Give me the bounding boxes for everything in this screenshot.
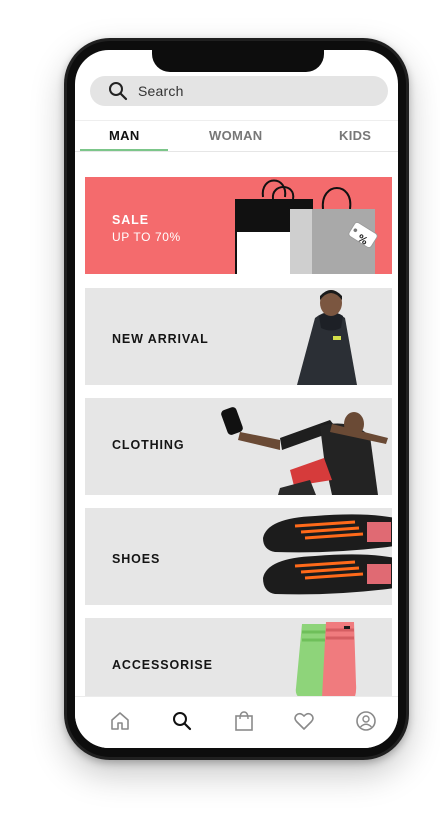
search-nav-icon[interactable] bbox=[171, 710, 193, 732]
sale-title: SALE bbox=[112, 213, 149, 227]
phone-notch bbox=[152, 48, 324, 72]
new-arrival-banner[interactable]: NEW ARRIVAL bbox=[85, 288, 392, 385]
search-input[interactable]: Search bbox=[138, 83, 184, 99]
model-kick-image bbox=[221, 407, 388, 495]
search-icon bbox=[109, 82, 128, 101]
clothing-banner[interactable]: CLOTHING bbox=[85, 398, 392, 495]
bottom-navigation bbox=[75, 696, 398, 748]
model-jacket-image bbox=[297, 290, 357, 385]
sneakers-image bbox=[263, 514, 392, 595]
tab-woman[interactable]: WOMAN bbox=[209, 128, 263, 143]
category-tabs: MAN WOMAN KIDS bbox=[75, 120, 398, 152]
bag-icon[interactable] bbox=[233, 710, 255, 732]
accessorise-title: ACCESSORISE bbox=[112, 658, 213, 672]
shoes-banner[interactable]: SHOES bbox=[85, 508, 392, 605]
home-icon[interactable] bbox=[109, 710, 131, 732]
heart-icon[interactable] bbox=[293, 710, 315, 732]
shopping-bags-image: % bbox=[235, 179, 378, 274]
tab-man[interactable]: MAN bbox=[109, 128, 140, 143]
active-tab-indicator bbox=[80, 149, 168, 151]
tab-kids[interactable]: KIDS bbox=[339, 128, 371, 143]
sale-banner[interactable]: SALE UP TO 70% % bbox=[85, 177, 392, 274]
profile-icon[interactable] bbox=[355, 710, 377, 732]
new-arrival-title: NEW ARRIVAL bbox=[112, 332, 209, 346]
clothing-title: CLOTHING bbox=[112, 438, 185, 452]
search-bar[interactable]: Search bbox=[90, 76, 388, 106]
app-screen: Search MAN WOMAN KIDS SALE UP TO 70% % N… bbox=[75, 50, 398, 748]
shoes-title: SHOES bbox=[112, 552, 161, 566]
sale-subtitle: UP TO 70% bbox=[112, 230, 181, 244]
